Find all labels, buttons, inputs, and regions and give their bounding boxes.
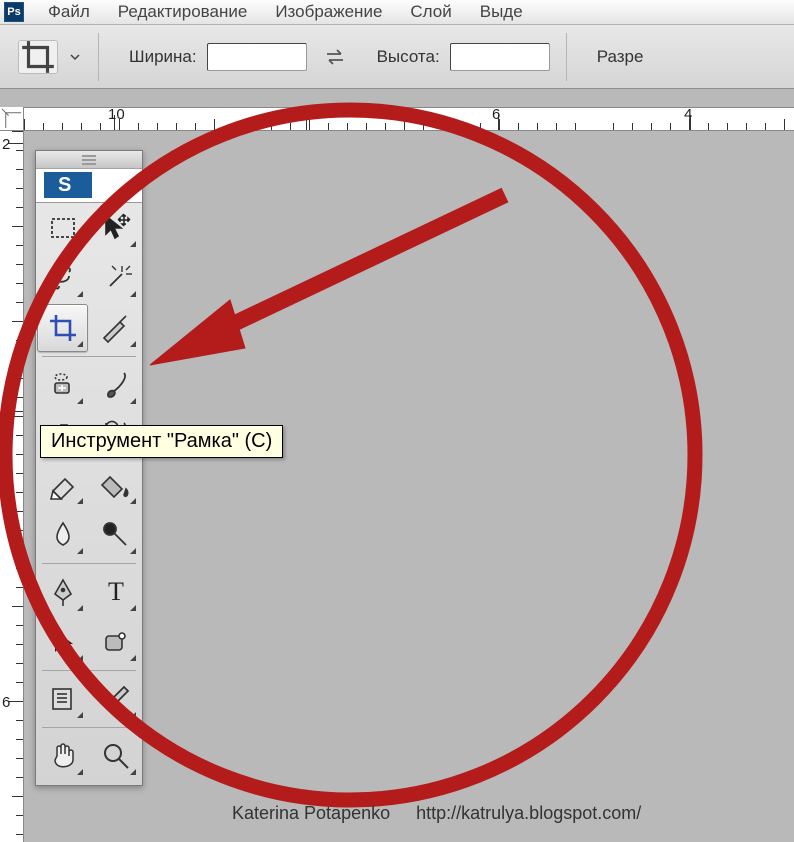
height-label: Высота: xyxy=(377,47,440,67)
separator xyxy=(98,33,99,81)
width-label: Ширина: xyxy=(129,47,197,67)
chevron-down-icon[interactable] xyxy=(68,50,82,64)
author-name: Katerina Potapenko xyxy=(232,803,390,824)
tool-path-selection[interactable] xyxy=(37,618,88,666)
width-input[interactable] xyxy=(207,43,307,71)
height-input[interactable] xyxy=(450,43,550,71)
options-bar: Ширина: Высота: Разре xyxy=(0,25,794,89)
resolution-label: Разре xyxy=(597,47,644,67)
tool-blur[interactable] xyxy=(37,511,88,559)
ps-tag-icon: S xyxy=(44,172,92,198)
tool-eraser[interactable] xyxy=(37,461,88,509)
menu-layer[interactable]: Слой xyxy=(396,2,465,22)
tool-dodge[interactable] xyxy=(90,511,141,559)
tools-panel: S T xyxy=(35,150,143,786)
tool-crop[interactable] xyxy=(37,304,88,352)
tool-zoom[interactable] xyxy=(90,732,141,780)
menu-select[interactable]: Выде xyxy=(466,2,537,22)
separator xyxy=(566,33,567,81)
menu-image[interactable]: Изображение xyxy=(261,2,396,22)
menu-bar: Ps Файл Редактирование Изображение Слой … xyxy=(0,0,794,25)
tool-pen[interactable] xyxy=(37,568,88,616)
ruler-vertical[interactable]: 226 xyxy=(0,131,24,842)
tool-type[interactable]: T xyxy=(90,568,141,616)
watermark: Katerina Potapenko http://katrulya.blogs… xyxy=(232,803,641,824)
tool-rectangular-marquee[interactable] xyxy=(37,204,88,252)
options-tool-crop-icon[interactable] xyxy=(18,40,58,74)
ruler-horizontal[interactable]: 10864 xyxy=(24,107,794,131)
panel-grip-icon[interactable] xyxy=(36,151,142,169)
author-url: http://katrulya.blogspot.com/ xyxy=(416,803,641,824)
tool-eyedropper[interactable] xyxy=(90,675,141,723)
swap-dimensions-icon[interactable] xyxy=(323,45,347,69)
svg-text:T: T xyxy=(108,577,124,606)
tool-spot-healing[interactable] xyxy=(37,361,88,409)
tool-hand[interactable] xyxy=(37,732,88,780)
ruler-origin-icon[interactable] xyxy=(0,107,24,131)
tool-lasso[interactable] xyxy=(37,254,88,302)
tool-brush[interactable] xyxy=(90,361,141,409)
ps-logo-icon: Ps xyxy=(4,2,24,22)
menu-edit[interactable]: Редактирование xyxy=(104,2,262,22)
tool-slice[interactable] xyxy=(90,304,141,352)
menu-file[interactable]: Файл xyxy=(34,2,104,22)
tool-magic-wand[interactable] xyxy=(90,254,141,302)
tools-ps-header: S xyxy=(36,169,142,203)
tool-notes[interactable] xyxy=(37,675,88,723)
tool-shape[interactable] xyxy=(90,618,141,666)
tool-tooltip: Инструмент "Рамка" (C) xyxy=(40,425,283,458)
tool-move[interactable] xyxy=(90,204,141,252)
tool-paint-bucket[interactable] xyxy=(90,461,141,509)
